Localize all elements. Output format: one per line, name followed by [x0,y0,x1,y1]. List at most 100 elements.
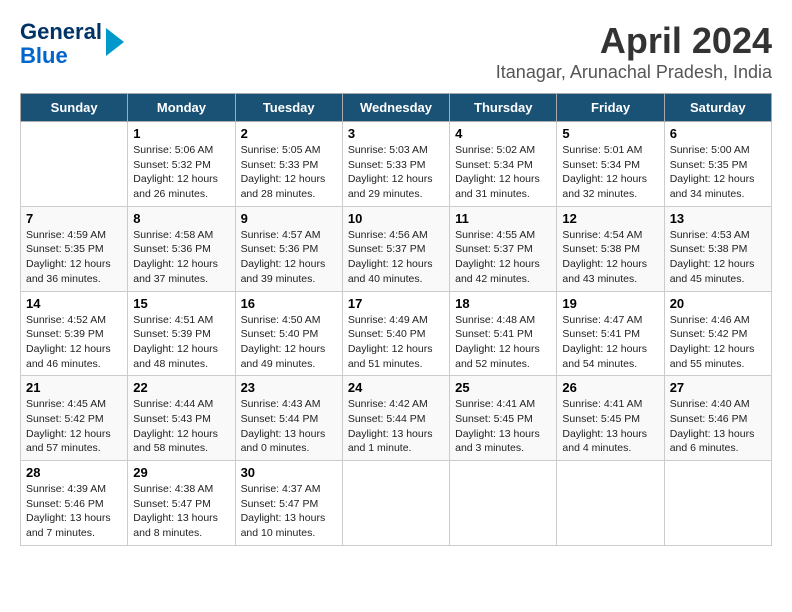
day-number: 9 [241,211,337,226]
calendar-cell: 16 Sunrise: 4:50 AM Sunset: 5:40 PM Dayli… [235,291,342,376]
col-header-monday: Monday [128,94,235,122]
day-info: Sunrise: 4:58 AM Sunset: 5:36 PM Dayligh… [133,228,229,287]
calendar-cell: 12 Sunrise: 4:54 AM Sunset: 5:38 PM Dayli… [557,206,664,291]
calendar-cell: 22 Sunrise: 4:44 AM Sunset: 5:43 PM Dayli… [128,376,235,461]
col-header-sunday: Sunday [21,94,128,122]
logo: GeneralBlue [20,20,124,68]
day-info: Sunrise: 4:59 AM Sunset: 5:35 PM Dayligh… [26,228,122,287]
day-number: 11 [455,211,551,226]
day-info: Sunrise: 4:42 AM Sunset: 5:44 PM Dayligh… [348,397,444,456]
day-info: Sunrise: 4:41 AM Sunset: 5:45 PM Dayligh… [455,397,551,456]
day-number: 12 [562,211,658,226]
day-number: 18 [455,296,551,311]
day-number: 2 [241,126,337,141]
day-number: 1 [133,126,229,141]
day-info: Sunrise: 4:52 AM Sunset: 5:39 PM Dayligh… [26,313,122,372]
day-info: Sunrise: 4:48 AM Sunset: 5:41 PM Dayligh… [455,313,551,372]
day-info: Sunrise: 4:54 AM Sunset: 5:38 PM Dayligh… [562,228,658,287]
calendar-cell [342,461,449,546]
calendar-cell: 6 Sunrise: 5:00 AM Sunset: 5:35 PM Daylig… [664,122,771,207]
calendar-cell: 8 Sunrise: 4:58 AM Sunset: 5:36 PM Daylig… [128,206,235,291]
day-info: Sunrise: 4:50 AM Sunset: 5:40 PM Dayligh… [241,313,337,372]
calendar-cell: 10Sunrise: 4:56 AM Sunset: 5:37 PM Dayli… [342,206,449,291]
day-number: 24 [348,380,444,395]
calendar-cell: 5 Sunrise: 5:01 AM Sunset: 5:34 PM Daylig… [557,122,664,207]
calendar-cell: 7 Sunrise: 4:59 AM Sunset: 5:35 PM Daylig… [21,206,128,291]
day-number: 19 [562,296,658,311]
day-number: 10 [348,211,444,226]
day-number: 27 [670,380,766,395]
day-info: Sunrise: 5:01 AM Sunset: 5:34 PM Dayligh… [562,143,658,202]
day-info: Sunrise: 4:49 AM Sunset: 5:40 PM Dayligh… [348,313,444,372]
day-info: Sunrise: 4:44 AM Sunset: 5:43 PM Dayligh… [133,397,229,456]
day-number: 20 [670,296,766,311]
day-info: Sunrise: 4:46 AM Sunset: 5:42 PM Dayligh… [670,313,766,372]
week-row-3: 14 Sunrise: 4:52 AM Sunset: 5:39 PM Dayli… [21,291,772,376]
day-number: 4 [455,126,551,141]
calendar-cell [450,461,557,546]
calendar-cell: 15Sunrise: 4:51 AM Sunset: 5:39 PM Dayli… [128,291,235,376]
calendar-cell: 11Sunrise: 4:55 AM Sunset: 5:37 PM Dayli… [450,206,557,291]
day-info: Sunrise: 4:41 AM Sunset: 5:45 PM Dayligh… [562,397,658,456]
calendar-cell: 13 Sunrise: 4:53 AM Sunset: 5:38 PM Dayli… [664,206,771,291]
col-header-tuesday: Tuesday [235,94,342,122]
col-header-friday: Friday [557,94,664,122]
day-number: 30 [241,465,337,480]
day-number: 7 [26,211,122,226]
calendar-cell: 20 Sunrise: 4:46 AM Sunset: 5:42 PM Dayli… [664,291,771,376]
day-number: 6 [670,126,766,141]
day-info: Sunrise: 5:05 AM Sunset: 5:33 PM Dayligh… [241,143,337,202]
day-info: Sunrise: 5:00 AM Sunset: 5:35 PM Dayligh… [670,143,766,202]
day-info: Sunrise: 4:39 AM Sunset: 5:46 PM Dayligh… [26,482,122,541]
page-header: GeneralBlue April 2024 Itanagar, Arunach… [20,20,772,83]
day-info: Sunrise: 5:03 AM Sunset: 5:33 PM Dayligh… [348,143,444,202]
day-number: 28 [26,465,122,480]
calendar-cell: 9 Sunrise: 4:57 AM Sunset: 5:36 PM Daylig… [235,206,342,291]
day-info: Sunrise: 5:02 AM Sunset: 5:34 PM Dayligh… [455,143,551,202]
day-number: 17 [348,296,444,311]
day-info: Sunrise: 4:57 AM Sunset: 5:36 PM Dayligh… [241,228,337,287]
calendar-cell: 2 Sunrise: 5:05 AM Sunset: 5:33 PM Daylig… [235,122,342,207]
day-number: 5 [562,126,658,141]
calendar-cell: 29 Sunrise: 4:38 AM Sunset: 5:47 PM Dayli… [128,461,235,546]
day-info: Sunrise: 4:38 AM Sunset: 5:47 PM Dayligh… [133,482,229,541]
day-number: 14 [26,296,122,311]
week-row-5: 28 Sunrise: 4:39 AM Sunset: 5:46 PM Dayli… [21,461,772,546]
calendar-cell: 23 Sunrise: 4:43 AM Sunset: 5:44 PM Dayli… [235,376,342,461]
day-number: 29 [133,465,229,480]
day-number: 8 [133,211,229,226]
calendar-cell [664,461,771,546]
calendar-cell: 26Sunrise: 4:41 AM Sunset: 5:45 PM Dayli… [557,376,664,461]
day-info: Sunrise: 4:53 AM Sunset: 5:38 PM Dayligh… [670,228,766,287]
day-info: Sunrise: 4:43 AM Sunset: 5:44 PM Dayligh… [241,397,337,456]
col-header-wednesday: Wednesday [342,94,449,122]
day-info: Sunrise: 5:06 AM Sunset: 5:32 PM Dayligh… [133,143,229,202]
day-info: Sunrise: 4:47 AM Sunset: 5:41 PM Dayligh… [562,313,658,372]
day-number: 22 [133,380,229,395]
day-number: 23 [241,380,337,395]
calendar-cell: 3 Sunrise: 5:03 AM Sunset: 5:33 PM Daylig… [342,122,449,207]
calendar-cell [557,461,664,546]
col-header-thursday: Thursday [450,94,557,122]
subtitle: Itanagar, Arunachal Pradesh, India [496,62,772,83]
main-title: April 2024 [496,20,772,62]
day-number: 16 [241,296,337,311]
col-header-saturday: Saturday [664,94,771,122]
day-info: Sunrise: 4:37 AM Sunset: 5:47 PM Dayligh… [241,482,337,541]
calendar-cell: 18 Sunrise: 4:48 AM Sunset: 5:41 PM Dayli… [450,291,557,376]
calendar-cell: 30 Sunrise: 4:37 AM Sunset: 5:47 PM Dayli… [235,461,342,546]
calendar-cell: 24 Sunrise: 4:42 AM Sunset: 5:44 PM Dayli… [342,376,449,461]
week-row-1: 1 Sunrise: 5:06 AM Sunset: 5:32 PM Daylig… [21,122,772,207]
calendar-cell [21,122,128,207]
calendar-cell: 27Sunrise: 4:40 AM Sunset: 5:46 PM Dayli… [664,376,771,461]
day-number: 3 [348,126,444,141]
week-row-4: 21Sunrise: 4:45 AM Sunset: 5:42 PM Dayli… [21,376,772,461]
calendar-header-row: SundayMondayTuesdayWednesdayThursdayFrid… [21,94,772,122]
calendar-cell: 17 Sunrise: 4:49 AM Sunset: 5:40 PM Dayli… [342,291,449,376]
calendar-cell: 14 Sunrise: 4:52 AM Sunset: 5:39 PM Dayli… [21,291,128,376]
logo-arrow-icon [106,28,124,56]
day-number: 15 [133,296,229,311]
calendar-cell: 1 Sunrise: 5:06 AM Sunset: 5:32 PM Daylig… [128,122,235,207]
day-number: 13 [670,211,766,226]
day-info: Sunrise: 4:45 AM Sunset: 5:42 PM Dayligh… [26,397,122,456]
